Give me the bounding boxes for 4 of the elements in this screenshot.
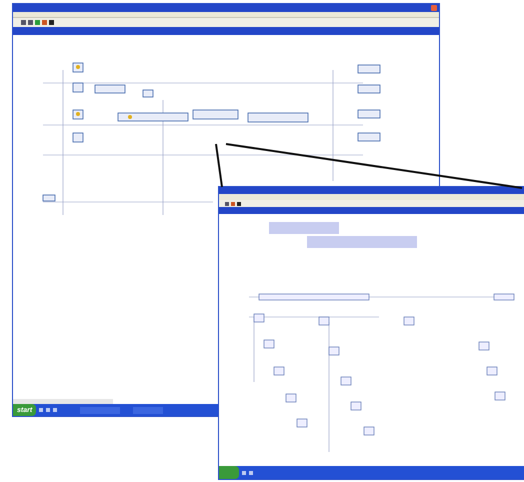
start-button[interactable] xyxy=(219,466,239,479)
taskbar-item[interactable] xyxy=(133,406,164,414)
close-icon[interactable] xyxy=(431,5,437,11)
taskbar-item[interactable] xyxy=(80,406,120,414)
